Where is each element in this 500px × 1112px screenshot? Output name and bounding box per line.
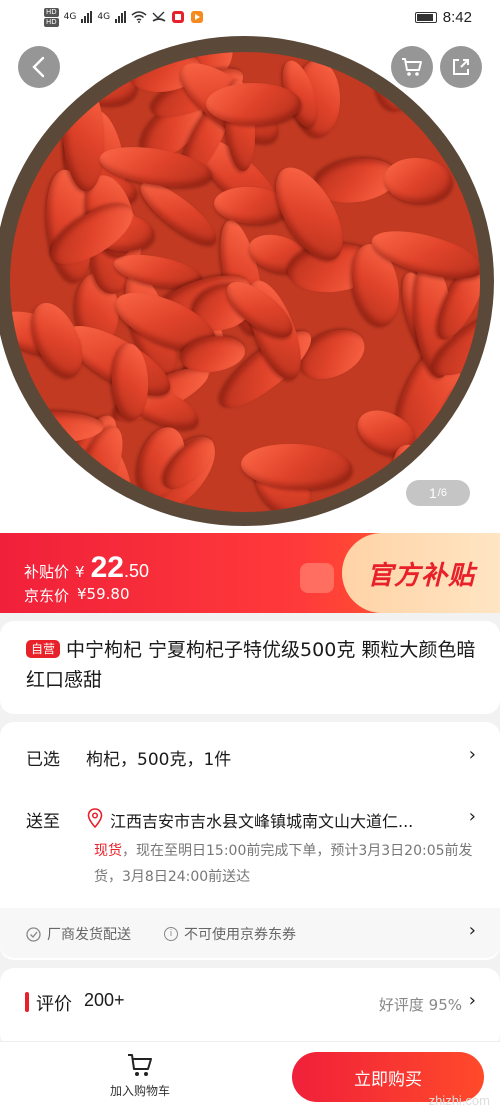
jd-price: ¥59.80 [77,585,130,603]
service-item-label: 不可使用京券东券 [184,927,296,943]
subsidy-currency: ¥ [75,563,85,581]
status-bar: HD HD 4G 4G 8:42 [0,0,500,34]
clock: 8:42 [442,8,472,26]
pager-total: /6 [437,487,447,499]
official-subsidy-badge: 官方补贴 [342,533,500,613]
chevron-left-icon [32,56,45,78]
cart-icon [402,58,422,76]
service-item-vendor-shipping: 厂商发货配送 [26,924,131,944]
price-banner: 补贴价 ¥22.50 京东价 ¥59.80 官方补贴 [0,533,500,613]
share-icon [453,59,469,75]
delivery-estimate: 现货，现在至明日15:00前完成下单，预计3月3日20:05前发货，3月8日24… [94,838,474,890]
self-operated-tag: 自营 [26,640,61,658]
goji-berries-image [10,52,480,512]
cart-icon [128,1054,152,1076]
signal-icon [81,11,93,23]
jd-price-label: 京东价 [24,587,70,605]
reviews-card[interactable]: 评价 200+ 好评度 95% › [0,968,500,1048]
watermark: zhizhi.com [428,1093,490,1108]
signal-icon-2 [115,11,127,23]
service-item-label: 厂商发货配送 [47,927,131,943]
pager-current: 1 [429,485,437,501]
reviews-count: 200+ [84,990,125,1010]
positive-rate: 好评度 95% [378,996,462,1014]
red-envelope-icon [300,563,334,593]
chevron-right-icon: › [468,990,476,1011]
ship-to-label: 送至 [26,812,60,832]
info-icon: i [164,927,178,941]
subsidy-price-label: 补贴价 [24,563,70,581]
wifi-icon [131,11,147,23]
back-button[interactable] [18,46,60,88]
delivery-text: ，现在至明日15:00前完成下单，预计3月3日20:05前发货，3月8日24:0… [94,843,473,885]
product-title: 中宁枸杞 宁夏枸杞子特优级500克 颗粒大颜色暗红口感甜 [26,639,476,691]
missed-call-icon [152,11,166,22]
share-button[interactable] [440,46,482,88]
selected-value: 枸杞，500克，1件 [86,750,232,770]
cart-button[interactable] [391,46,433,88]
selected-label: 已选 [26,750,60,770]
section-accent-bar [25,992,29,1012]
check-circle-icon [26,926,41,942]
add-to-cart-button[interactable]: 加入购物车 [100,1052,180,1108]
service-row[interactable]: 厂商发货配送 i 不可使用京券东券 › [0,908,500,958]
address-text: 江西吉安市吉水县文峰镇城南文山大道仁... [110,812,414,831]
goji-berry [382,156,454,207]
reviews-title: 评价 [36,994,72,1015]
battery-icon [414,11,437,23]
service-item-no-coupon: i 不可使用京券东券 [164,924,296,944]
goji-berry [206,82,302,126]
subsidy-price-decimal: .50 [123,561,149,581]
chevron-right-icon: › [468,806,476,827]
in-stock-label: 现货 [94,843,122,859]
add-to-cart-label: 加入购物车 [109,1084,170,1098]
chevron-right-icon: › [468,920,476,941]
video-app-icon [191,11,204,23]
hd-icon: HD HD [44,7,59,27]
network-label-2: 4G [97,12,111,22]
location-pin-icon [87,808,103,828]
image-pager: 1/6 [406,480,470,506]
chevron-right-icon: › [468,744,476,765]
app-notification-icon [172,11,185,23]
bottom-action-bar: 加入购物车 立即购买 zhizhi.com [0,1041,500,1112]
product-title-card: 自营 中宁枸杞 宁夏枸杞子特优级500克 颗粒大颜色暗红口感甜 [0,621,500,714]
subsidy-price-integer: 22 [90,551,124,584]
network-label: 4G [63,12,77,22]
official-subsidy-text: 官方补贴 [366,560,475,591]
buy-now-label: 立即购买 [354,1069,422,1090]
